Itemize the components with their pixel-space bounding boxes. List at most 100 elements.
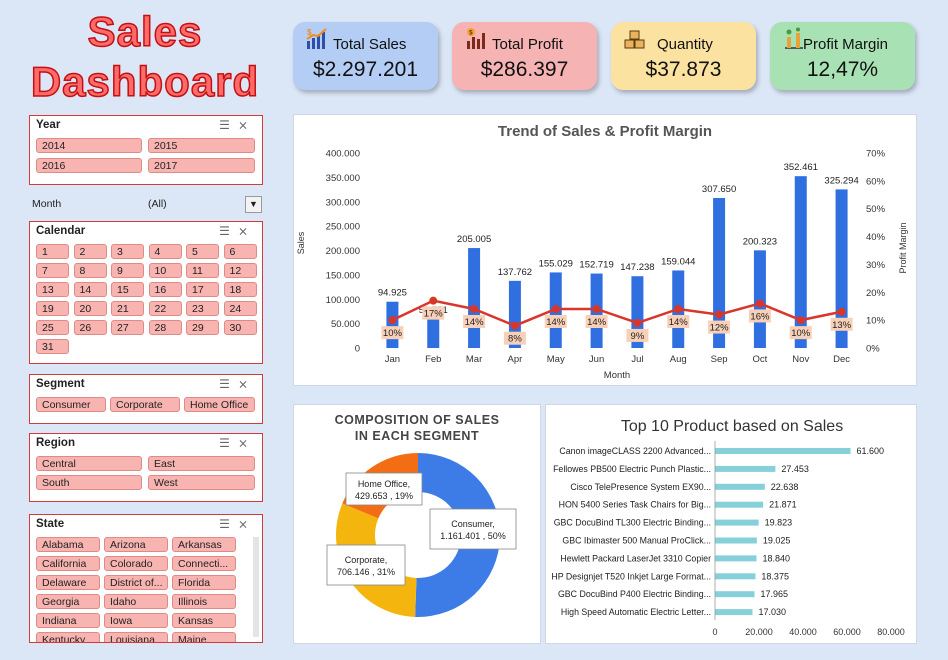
kpi-card-total-sales: $ Total Sales $2.297.201: [293, 22, 438, 90]
month-filter-value[interactable]: (All): [148, 198, 167, 210]
state-item[interactable]: Louisiana: [104, 632, 168, 642]
calendar-day-1[interactable]: 1: [36, 244, 69, 259]
trend-chart: Trend of Sales & Profit Margin 0 50.000 100…: [296, 123, 908, 381]
calendar-day-8[interactable]: 8: [73, 263, 107, 278]
state-item[interactable]: Arkansas: [172, 537, 236, 552]
sales-data-label: 200.323: [743, 236, 777, 247]
clear-filter-icon[interactable]: ⨯: [238, 118, 256, 132]
state-item[interactable]: Delaware: [36, 575, 100, 590]
calendar-day-21[interactable]: 21: [111, 301, 144, 316]
y2-tick-label: 50%: [866, 204, 886, 215]
sales-data-label: 152.719: [579, 260, 613, 271]
calendar-day-11[interactable]: 11: [186, 263, 219, 278]
slicer-item-2016[interactable]: 2016: [36, 158, 142, 173]
calendar-day-16[interactable]: 16: [148, 282, 182, 297]
calendar-day-24[interactable]: 24: [223, 301, 257, 316]
product-label: GBC DocuBind P400 Electric Binding...: [558, 589, 711, 599]
multi-select-icon[interactable]: ☰: [219, 118, 238, 132]
product-bar: [715, 483, 765, 490]
state-item[interactable]: Colorado: [104, 556, 168, 571]
state-item[interactable]: Kentucky: [36, 632, 100, 642]
slicer-item-east[interactable]: East: [148, 456, 255, 471]
y-tick-label: 250.000: [326, 222, 360, 233]
clear-filter-icon[interactable]: ⨯: [238, 517, 256, 531]
slicer-title: State: [36, 518, 65, 530]
calendar-day-30[interactable]: 30: [223, 320, 257, 335]
calendar-day-4[interactable]: 4: [148, 244, 182, 259]
state-item[interactable]: Florida: [172, 575, 236, 590]
slicer-item-west[interactable]: West: [148, 475, 255, 490]
calendar-day-17[interactable]: 17: [186, 282, 219, 297]
state-item[interactable]: Maine: [172, 632, 236, 642]
state-item[interactable]: District of...: [104, 575, 168, 590]
state-scrollbar[interactable]: [253, 537, 259, 637]
slicer-item-south[interactable]: South: [36, 475, 142, 490]
calendar-day-19[interactable]: 19: [36, 301, 69, 316]
state-item[interactable]: Connecti...: [172, 556, 236, 571]
state-item[interactable]: Arizona: [104, 537, 168, 552]
kpi-value: $286.397: [480, 58, 569, 81]
calendar-day-10[interactable]: 10: [148, 263, 182, 278]
calendar-day-2[interactable]: 2: [73, 244, 107, 259]
state-item[interactable]: Idaho: [104, 594, 168, 609]
calendar-day-23[interactable]: 23: [186, 301, 219, 316]
calendar-day-20[interactable]: 20: [73, 301, 107, 316]
calendar-day-12[interactable]: 12: [223, 263, 257, 278]
multi-select-icon[interactable]: ☰: [219, 517, 238, 531]
calendar-day-5[interactable]: 5: [186, 244, 219, 259]
calendar-day-18[interactable]: 18: [223, 282, 257, 297]
dashboard-title-line1: Sales: [87, 7, 203, 56]
calendar-day-28[interactable]: 28: [148, 320, 182, 335]
state-item[interactable]: Iowa: [104, 613, 168, 628]
slicer-item-consumer[interactable]: Consumer: [36, 397, 106, 412]
calendar-day-25[interactable]: 25: [36, 320, 69, 335]
calendar-day-26[interactable]: 26: [73, 320, 107, 335]
profit-margin-label: 14%: [587, 317, 607, 328]
calendar-day-29[interactable]: 29: [186, 320, 219, 335]
product-value: 17.030: [758, 607, 786, 617]
slicer-item-central[interactable]: Central: [36, 456, 142, 471]
calendar-day-6[interactable]: 6: [223, 244, 257, 259]
calendar-day-27[interactable]: 27: [111, 320, 144, 335]
slicer-item-2015[interactable]: 2015: [148, 138, 255, 153]
sales-bar: [386, 301, 399, 348]
calendar-day-13[interactable]: 13: [36, 282, 69, 297]
clear-filter-icon[interactable]: ⨯: [238, 436, 256, 450]
month-dropdown-button[interactable]: ▼: [245, 196, 262, 213]
clear-filter-icon[interactable]: ⨯: [238, 224, 256, 238]
x-tick-label: 60.000: [833, 627, 861, 637]
state-item[interactable]: Indiana: [36, 613, 100, 628]
profit-margin-label: 17%: [424, 309, 444, 320]
y2-tick-label: 60%: [866, 176, 886, 187]
sales-data-label: 352.461: [784, 162, 818, 173]
y2-tick-label: 70%: [866, 149, 886, 160]
slicer-item-2014[interactable]: 2014: [36, 138, 142, 153]
profit-margin-label: 8%: [508, 334, 522, 345]
calendar-day-3[interactable]: 3: [111, 244, 144, 259]
segment-pie-panel: COMPOSITION OF SALES IN EACH SEGMENT Consu…: [293, 404, 541, 644]
state-item[interactable]: Illinois: [172, 594, 236, 609]
x-axis-label: Month: [604, 370, 630, 381]
slicer-item-corporate[interactable]: Corporate: [110, 397, 180, 412]
profit-margin-point: [429, 296, 438, 305]
calendar-day-7[interactable]: 7: [36, 263, 69, 278]
state-item[interactable]: Georgia: [36, 594, 100, 609]
product-value: 19.025: [763, 536, 791, 546]
pie-label-name: Consumer,: [451, 519, 495, 529]
calendar-day-31[interactable]: 31: [36, 339, 69, 354]
multi-select-icon[interactable]: ☰: [219, 377, 238, 391]
multi-select-icon[interactable]: ☰: [219, 224, 238, 238]
state-item[interactable]: California: [36, 556, 100, 571]
slicer-item-2017[interactable]: 2017: [148, 158, 255, 173]
y-axis-label: Sales: [296, 231, 306, 254]
calendar-day-14[interactable]: 14: [73, 282, 107, 297]
clear-filter-icon[interactable]: ⨯: [238, 377, 256, 391]
calendar-day-22[interactable]: 22: [148, 301, 182, 316]
calendar-day-9[interactable]: 9: [111, 263, 144, 278]
state-item[interactable]: Alabama: [36, 537, 100, 552]
slicer-item-home-office[interactable]: Home Office: [184, 397, 255, 412]
product-bar: [715, 465, 776, 472]
calendar-day-15[interactable]: 15: [111, 282, 144, 297]
state-item[interactable]: Kansas: [172, 613, 236, 628]
multi-select-icon[interactable]: ☰: [219, 436, 238, 450]
